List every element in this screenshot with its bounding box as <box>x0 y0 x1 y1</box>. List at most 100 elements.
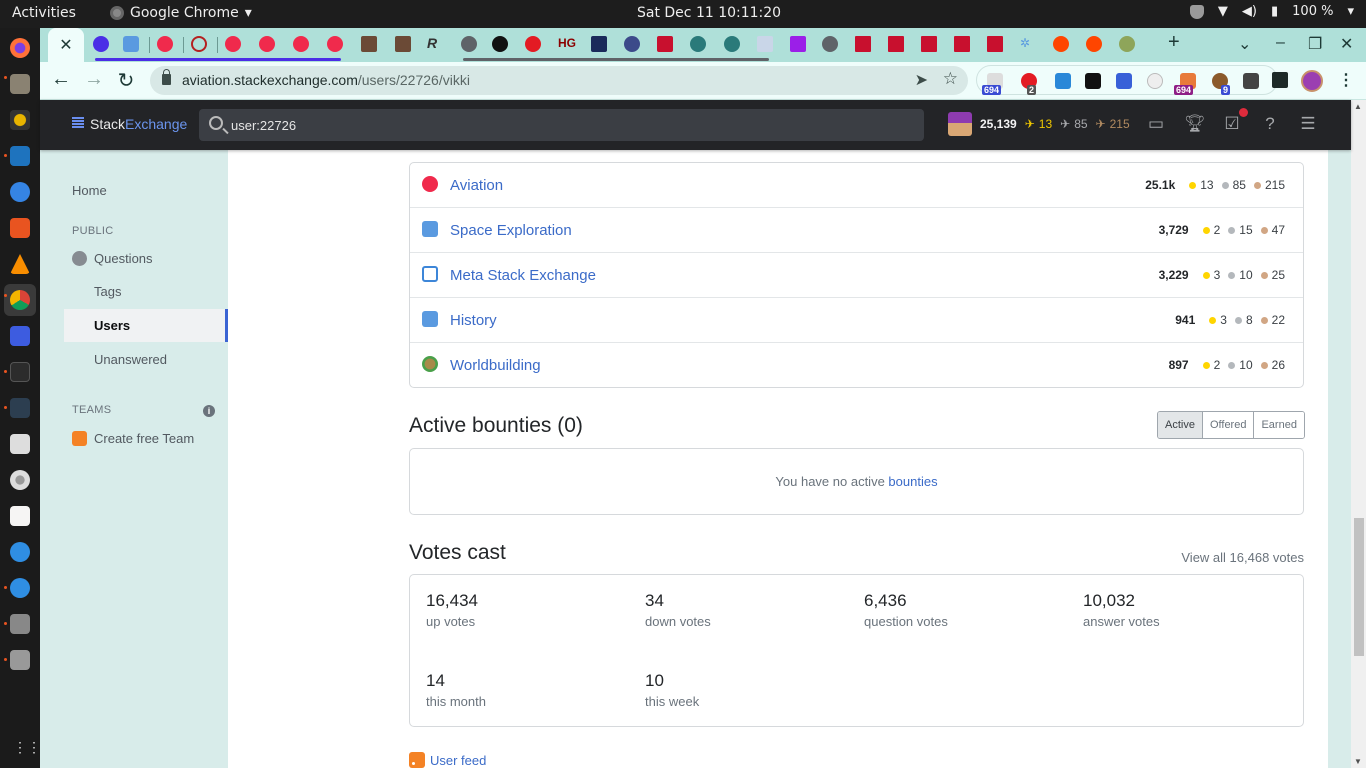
nav-home[interactable]: Home <box>72 183 107 198</box>
firefox-icon[interactable] <box>10 38 30 58</box>
info-icon[interactable]: i <box>203 405 215 417</box>
tab-grey-dot-icon[interactable] <box>461 36 477 52</box>
tab-star-icon[interactable]: ✲ <box>1020 36 1036 52</box>
tab-avatar-icon[interactable] <box>361 36 377 52</box>
network2-icon[interactable] <box>10 578 30 598</box>
usb2-icon[interactable] <box>10 650 30 670</box>
achievements-trophy-icon[interactable]: 🏆︎ <box>1184 114 1206 134</box>
extension-icon[interactable] <box>1055 73 1071 89</box>
tab-patreon-icon[interactable] <box>790 36 806 52</box>
s-extension-icon[interactable] <box>1116 73 1132 89</box>
tab-globe-icon[interactable] <box>822 36 838 52</box>
address-bar[interactable]: aviation.stackexchange.com/users/22726/v… <box>150 66 968 95</box>
user-card-link[interactable]: 25,139 ✈ 13 ✈ 85 ✈ 215 <box>948 112 1130 136</box>
tab-pip-icon[interactable] <box>591 36 607 52</box>
tab-s-icon[interactable] <box>657 36 673 52</box>
search-input[interactable] <box>231 109 911 141</box>
lock-icon[interactable] <box>162 69 171 85</box>
system-monitor-icon[interactable] <box>10 398 30 418</box>
app-menu[interactable]: Google Chrome ▾ <box>110 5 252 21</box>
tab-space-exploration-icon[interactable] <box>123 36 139 52</box>
nav-tags[interactable]: Tags <box>94 284 121 299</box>
page-scrollbar[interactable]: ▲ ▼ <box>1351 100 1366 768</box>
vlc-icon[interactable] <box>10 254 30 274</box>
tab-aviation-icon[interactable] <box>157 36 173 52</box>
chrome-icon[interactable] <box>10 290 30 310</box>
tab-github-icon[interactable] <box>492 36 508 52</box>
tab-rpg-icon[interactable] <box>191 36 207 52</box>
account-site-link[interactable]: Aviation <box>450 177 503 194</box>
download-icon[interactable] <box>1243 73 1259 89</box>
url-text[interactable]: aviation.stackexchange.com/users/22726/v… <box>182 72 470 88</box>
scroll-up-arrow[interactable]: ▲ <box>1354 102 1362 111</box>
account-site-link[interactable]: Worldbuilding <box>450 357 541 374</box>
tab-uni-icon[interactable] <box>921 36 937 52</box>
help-icon[interactable]: ? <box>1260 114 1280 134</box>
software-icon[interactable] <box>10 218 30 238</box>
back-button[interactable]: ← <box>48 68 74 91</box>
tab-r-icon[interactable]: R <box>427 35 443 51</box>
help-icon[interactable] <box>10 182 30 202</box>
reload-button[interactable]: ↻ <box>113 68 139 93</box>
minimize-button[interactable]: – <box>1276 34 1285 52</box>
tab-uni-icon[interactable] <box>855 36 871 52</box>
maximize-button[interactable]: ❐ <box>1308 34 1322 54</box>
send-to-devices-icon[interactable]: ➤ <box>915 70 928 90</box>
bounty-tab-earned[interactable]: Earned <box>1254 412 1304 438</box>
tab-search-button[interactable]: ⌄ <box>1238 34 1251 54</box>
account-site-link[interactable]: Meta Stack Exchange <box>450 267 596 284</box>
profile-avatar[interactable] <box>1301 70 1323 92</box>
forward-button[interactable]: → <box>81 68 107 91</box>
bounty-tab-offered[interactable]: Offered <box>1202 412 1255 438</box>
nav-questions[interactable]: Questions <box>94 251 153 266</box>
nav-users-selected[interactable] <box>64 309 228 342</box>
close-window-button[interactable]: ✕ <box>1340 34 1353 54</box>
bounty-tab-active[interactable]: Active <box>1158 412 1203 438</box>
tab-bn-icon[interactable] <box>624 36 640 52</box>
nav-users[interactable]: Users <box>94 318 130 333</box>
disk-icon[interactable] <box>10 470 30 490</box>
archive-icon[interactable] <box>1085 73 1101 89</box>
tab-doc-icon[interactable] <box>757 36 773 52</box>
new-tab-button[interactable]: + <box>1168 31 1180 54</box>
text-editor-icon[interactable] <box>10 506 30 526</box>
screenshot-icon[interactable] <box>10 326 30 346</box>
tab-avatar-icon[interactable] <box>395 36 411 52</box>
extensions-puzzle-icon[interactable] <box>1272 72 1288 88</box>
account-site-link[interactable]: History <box>450 312 497 329</box>
tab-reddit-icon[interactable] <box>1053 36 1069 52</box>
tab-aviation-icon[interactable] <box>259 36 275 52</box>
user-avatar[interactable] <box>948 112 972 136</box>
close-tab-icon[interactable]: ✕ <box>59 35 72 55</box>
user-feed-link[interactable]: User feed <box>430 753 486 768</box>
stackexchange-logo[interactable]: Stack Exchange <box>72 116 187 132</box>
tab-aviation-icon[interactable] <box>293 36 309 52</box>
site-switcher-icon[interactable]: ☰ <box>1298 114 1318 134</box>
tab-hg-icon[interactable]: HG <box>558 36 576 52</box>
tab-uni-icon[interactable] <box>987 36 1003 52</box>
activities-button[interactable]: Activities <box>12 5 76 21</box>
tab-favicon[interactable] <box>93 36 109 52</box>
nav-unanswered[interactable]: Unanswered <box>94 352 167 367</box>
settings-icon[interactable] <box>10 434 30 454</box>
tab-wikimedia-icon[interactable] <box>690 36 706 52</box>
account-site-link[interactable]: Space Exploration <box>450 222 572 239</box>
review-queue-icon[interactable]: ☑ <box>1222 108 1248 134</box>
bookmark-star-icon[interactable]: ☆ <box>943 69 958 89</box>
tab-aviation-icon[interactable] <box>327 36 343 52</box>
writer-icon[interactable] <box>10 146 30 166</box>
network-icon[interactable] <box>10 542 30 562</box>
rhythmbox-icon[interactable] <box>10 110 30 130</box>
dpad-icon[interactable] <box>1147 73 1163 89</box>
clock[interactable]: Sat Dec 11 10:11:20 <box>637 5 781 21</box>
terminal-icon[interactable] <box>10 362 30 382</box>
tab-uni-icon[interactable] <box>888 36 904 52</box>
tab-reddit-icon[interactable] <box>1086 36 1102 52</box>
bounties-link[interactable]: bounties <box>888 474 937 489</box>
active-tab[interactable]: ✕ <box>48 28 84 62</box>
tab-d-icon[interactable] <box>525 36 541 52</box>
view-all-votes-link[interactable]: View all 16,468 votes <box>1181 550 1304 565</box>
tab-wikimedia-icon[interactable] <box>724 36 740 52</box>
nav-create-team[interactable]: Create free Team <box>94 431 194 446</box>
scroll-down-arrow[interactable]: ▼ <box>1354 757 1362 766</box>
